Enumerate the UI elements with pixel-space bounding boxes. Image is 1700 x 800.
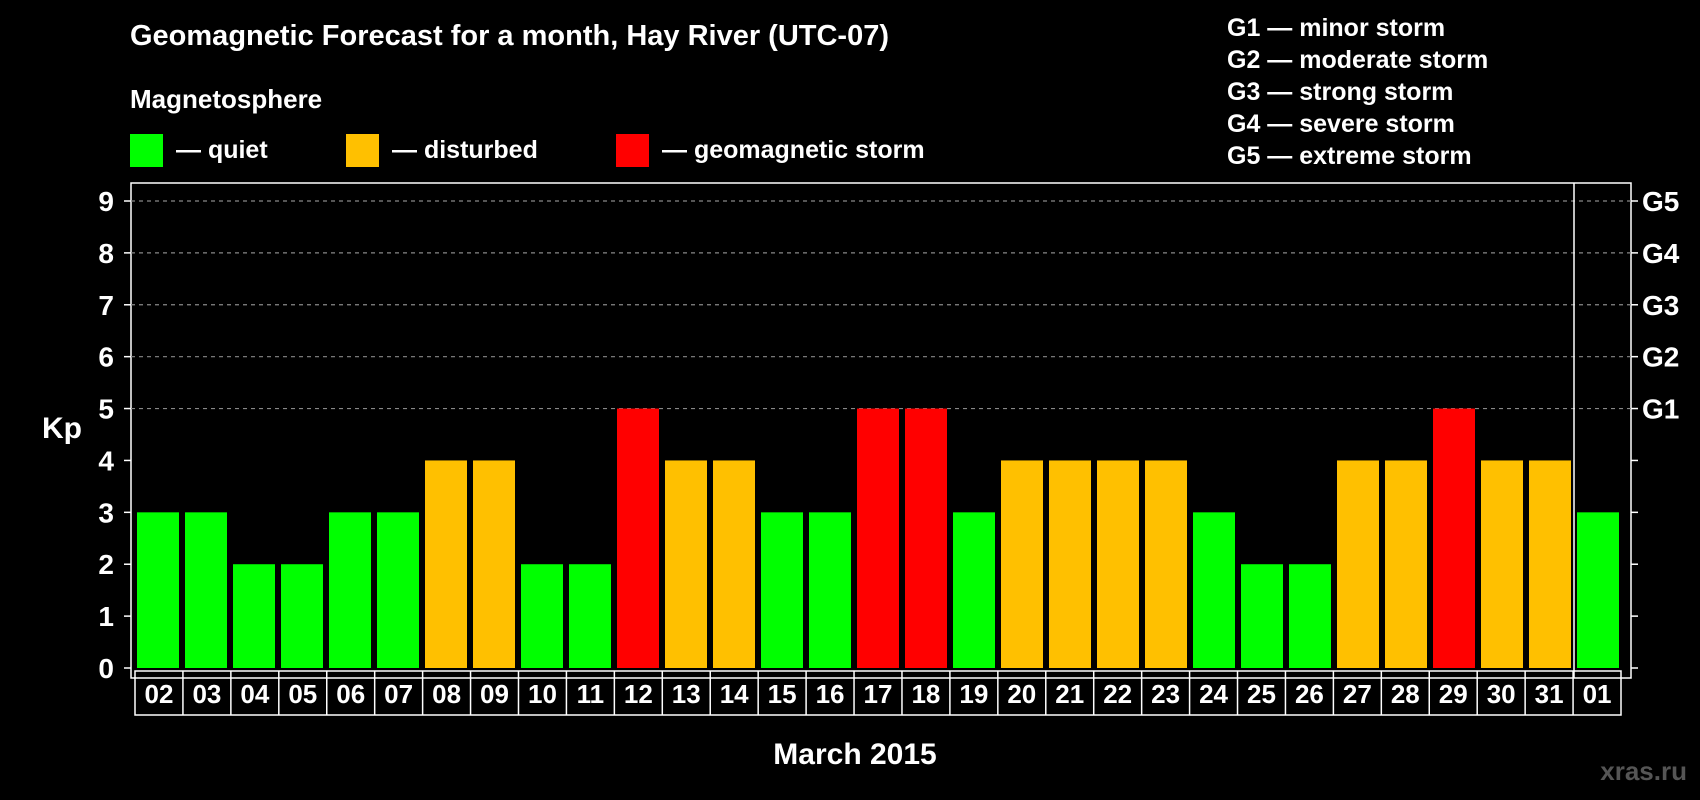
x-tick-label-26: 26 <box>1295 679 1324 709</box>
x-tick-label-23: 23 <box>1151 679 1180 709</box>
bar-17 <box>857 408 899 668</box>
right-tick-label-g4: G4 <box>1642 238 1680 269</box>
x-tick-label-27: 27 <box>1343 679 1372 709</box>
bar-19 <box>953 512 995 668</box>
x-tick-label-20: 20 <box>1007 679 1036 709</box>
bar-14 <box>713 460 755 668</box>
y-tick-label-9: 9 <box>98 186 114 217</box>
y-tick-label-7: 7 <box>98 290 114 321</box>
right-tick-label-g2: G2 <box>1642 342 1679 373</box>
x-tick-label-25: 25 <box>1247 679 1276 709</box>
bar-12 <box>617 408 659 668</box>
y-tick-label-2: 2 <box>98 549 114 580</box>
bar-10 <box>521 564 563 668</box>
x-tick-label-17: 17 <box>864 679 893 709</box>
y-tick-label-0: 0 <box>98 653 114 684</box>
x-tick-label-15: 15 <box>768 679 797 709</box>
x-tick-label-16: 16 <box>816 679 845 709</box>
bar-07 <box>377 512 419 668</box>
x-tick-label-11: 11 <box>577 679 605 709</box>
x-tick-label-28: 28 <box>1391 679 1420 709</box>
right-tick-label-g1: G1 <box>1642 394 1679 425</box>
x-tick-label-04: 04 <box>240 679 269 709</box>
x-tick-label-21: 21 <box>1055 679 1084 709</box>
bar-22 <box>1097 460 1139 668</box>
y-tick-label-5: 5 <box>98 394 114 425</box>
bar-04 <box>233 564 275 668</box>
bar-01 <box>1577 512 1619 668</box>
bar-25 <box>1241 564 1283 668</box>
bar-06 <box>329 512 371 668</box>
x-tick-label-18: 18 <box>911 679 940 709</box>
bar-18 <box>905 408 947 668</box>
x-tick-label-09: 09 <box>480 679 509 709</box>
bar-27 <box>1337 460 1379 668</box>
x-tick-label-29: 29 <box>1439 679 1468 709</box>
bar-08 <box>425 460 467 668</box>
bar-05 <box>281 564 323 668</box>
x-tick-label-03: 03 <box>192 679 221 709</box>
x-axis-label: March 2015 <box>773 738 936 771</box>
bar-28 <box>1385 460 1427 668</box>
bar-15 <box>761 512 803 668</box>
y-tick-label-3: 3 <box>98 497 114 528</box>
right-tick-label-g3: G3 <box>1642 290 1679 321</box>
bar-26 <box>1289 564 1331 668</box>
y-tick-label-8: 8 <box>98 238 114 269</box>
x-tick-label-07: 07 <box>384 679 413 709</box>
bar-16 <box>809 512 851 668</box>
bar-31 <box>1529 460 1571 668</box>
right-tick-label-g5: G5 <box>1642 186 1679 217</box>
y-tick-label-6: 6 <box>98 342 114 373</box>
bar-09 <box>473 460 515 668</box>
x-tick-label-30: 30 <box>1487 679 1516 709</box>
x-tick-label-05: 05 <box>288 679 317 709</box>
x-tick-label-13: 13 <box>672 679 701 709</box>
x-tick-label-22: 22 <box>1103 679 1132 709</box>
x-tick-label-01: 01 <box>1583 679 1612 709</box>
x-tick-label-19: 19 <box>959 679 988 709</box>
x-tick-label-31: 31 <box>1535 679 1564 709</box>
y-tick-label-4: 4 <box>98 445 114 476</box>
bar-13 <box>665 460 707 668</box>
x-tick-label-08: 08 <box>432 679 461 709</box>
bar-21 <box>1049 460 1091 668</box>
bar-29 <box>1433 408 1475 668</box>
x-tick-label-10: 10 <box>528 679 557 709</box>
bar-03 <box>185 512 227 668</box>
kp-bar-chart: 0123456789G1G2G3G4G5Kp02 03 04 05 06 07 08 09 10… <box>42 182 1680 771</box>
y-tick-label-1: 1 <box>98 601 114 632</box>
bar-11 <box>569 564 611 668</box>
x-tick-label-06: 06 <box>336 679 365 709</box>
x-tick-label-12: 12 <box>624 679 653 709</box>
x-tick-label-24: 24 <box>1199 679 1228 709</box>
watermark: xras.ru <box>1600 756 1687 786</box>
x-tick-label-02: 02 <box>145 679 174 709</box>
x-tick-label-14: 14 <box>720 679 749 709</box>
bar-30 <box>1481 460 1523 668</box>
y-axis-label: Kp <box>42 412 82 445</box>
bar-02 <box>137 512 179 668</box>
bar-24 <box>1193 512 1235 668</box>
bar-20 <box>1001 460 1043 668</box>
bar-23 <box>1145 460 1187 668</box>
